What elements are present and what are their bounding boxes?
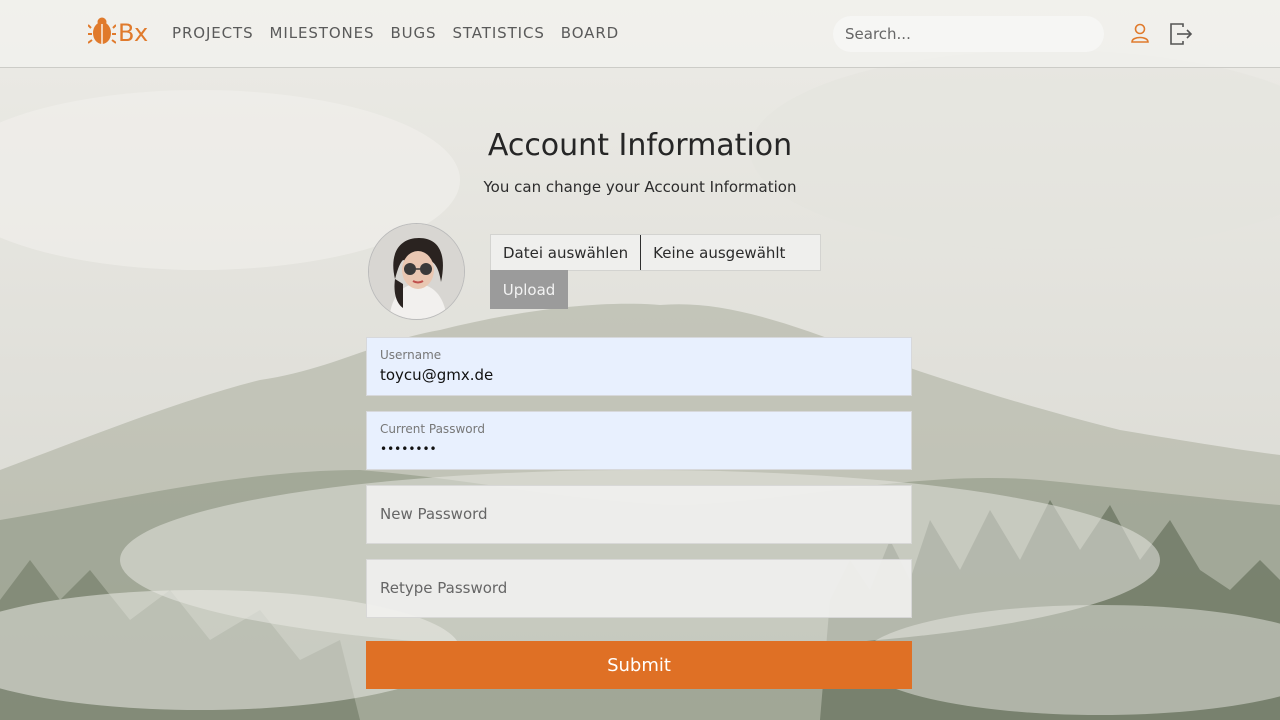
current-password-value: •••••••• — [380, 442, 437, 456]
nav-link-statistics[interactable]: STATISTICS — [452, 24, 544, 42]
nav-link-bugs[interactable]: BUGS — [390, 24, 436, 42]
file-input: Datei auswählen Keine ausgewählt — [490, 234, 821, 271]
nav-links: PROJECTS MILESTONES BUGS STATISTICS BOAR… — [172, 24, 635, 42]
account-page: Account Information You can change your … — [0, 68, 1280, 720]
retype-password-field[interactable]: Retype Password — [366, 559, 912, 618]
bug-logo-icon — [87, 16, 117, 50]
username-label: Username — [380, 348, 442, 362]
new-password-field[interactable]: New Password — [366, 485, 912, 544]
file-status: Keine ausgewählt — [653, 243, 786, 262]
nav-link-milestones[interactable]: MILESTONES — [270, 24, 375, 42]
app-logo[interactable]: Bx — [87, 16, 148, 50]
username-value: toycu@gmx.de — [380, 366, 494, 384]
current-password-label: Current Password — [380, 422, 485, 436]
logout-icon[interactable] — [1168, 21, 1194, 47]
submit-button[interactable]: Submit — [366, 641, 912, 689]
page-subtitle: You can change your Account Information — [483, 178, 797, 196]
new-password-placeholder: New Password — [380, 505, 488, 523]
upload-button[interactable]: Upload — [490, 270, 568, 309]
avatar — [368, 223, 465, 320]
user-icon[interactable] — [1127, 21, 1153, 47]
username-field[interactable]: Username toycu@gmx.de — [366, 337, 912, 396]
choose-file-button[interactable]: Datei auswählen — [491, 235, 642, 270]
nav-link-board[interactable]: BOARD — [561, 24, 619, 42]
retype-password-placeholder: Retype Password — [380, 579, 508, 597]
search-input[interactable] — [833, 16, 1104, 52]
nav-link-projects[interactable]: PROJECTS — [172, 24, 254, 42]
top-navbar: Bx PROJECTS MILESTONES BUGS STATISTICS B… — [0, 0, 1280, 68]
current-password-field[interactable]: Current Password •••••••• — [366, 411, 912, 470]
page-title: Account Information — [487, 128, 793, 163]
profile-photo-icon — [369, 224, 464, 319]
logo-text: Bx — [118, 19, 148, 47]
